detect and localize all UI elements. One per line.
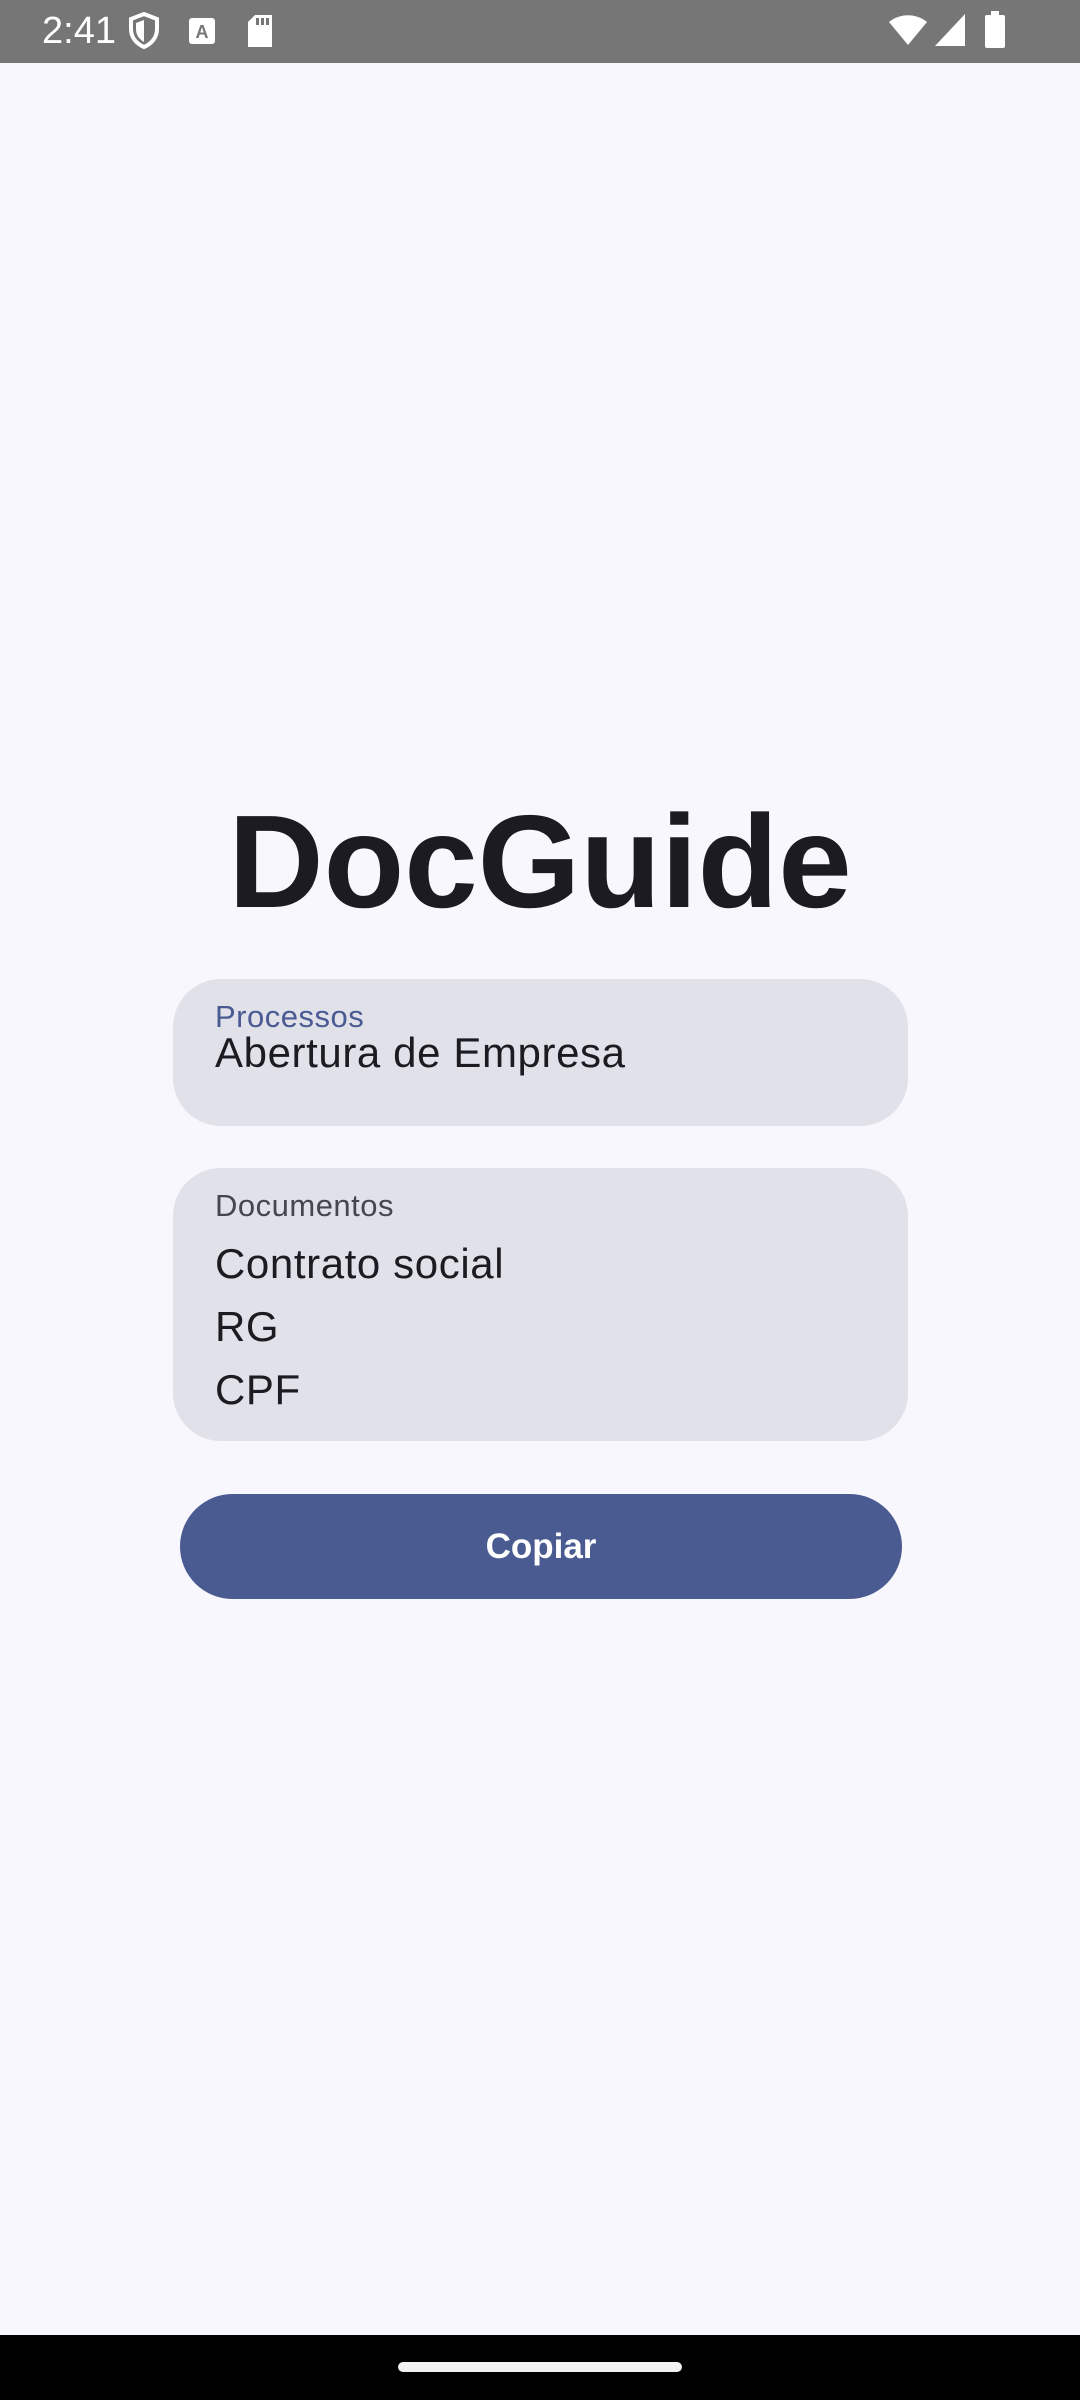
text-a-icon: A [188,17,216,45]
copy-button[interactable]: Copiar [180,1494,902,1599]
battery-icon [984,11,1006,49]
svg-text:A: A [196,22,209,42]
signal-icon [934,13,966,47]
status-bar: 2:41 A [0,0,1080,63]
processos-value: Abertura de Empresa [215,1029,626,1076]
processos-dropdown[interactable]: Processos Abertura de Empresa [173,979,908,1126]
app-title: DocGuide [228,788,852,935]
documentos-list: Contrato social RG CPF [215,1232,504,1421]
navigation-bar [0,2335,1080,2400]
documentos-label: Documentos [215,1188,395,1223]
documento-item: Contrato social [215,1240,505,1287]
status-time: 2:41 [42,10,116,52]
shield-icon [128,12,160,50]
wifi-icon [888,14,928,46]
documento-item: RG [215,1303,280,1350]
documentos-field[interactable]: Documentos Contrato social RG CPF [173,1168,908,1441]
documento-item: CPF [215,1366,301,1413]
home-gesture-handle[interactable] [398,2362,682,2372]
sd-card-icon [246,14,274,48]
